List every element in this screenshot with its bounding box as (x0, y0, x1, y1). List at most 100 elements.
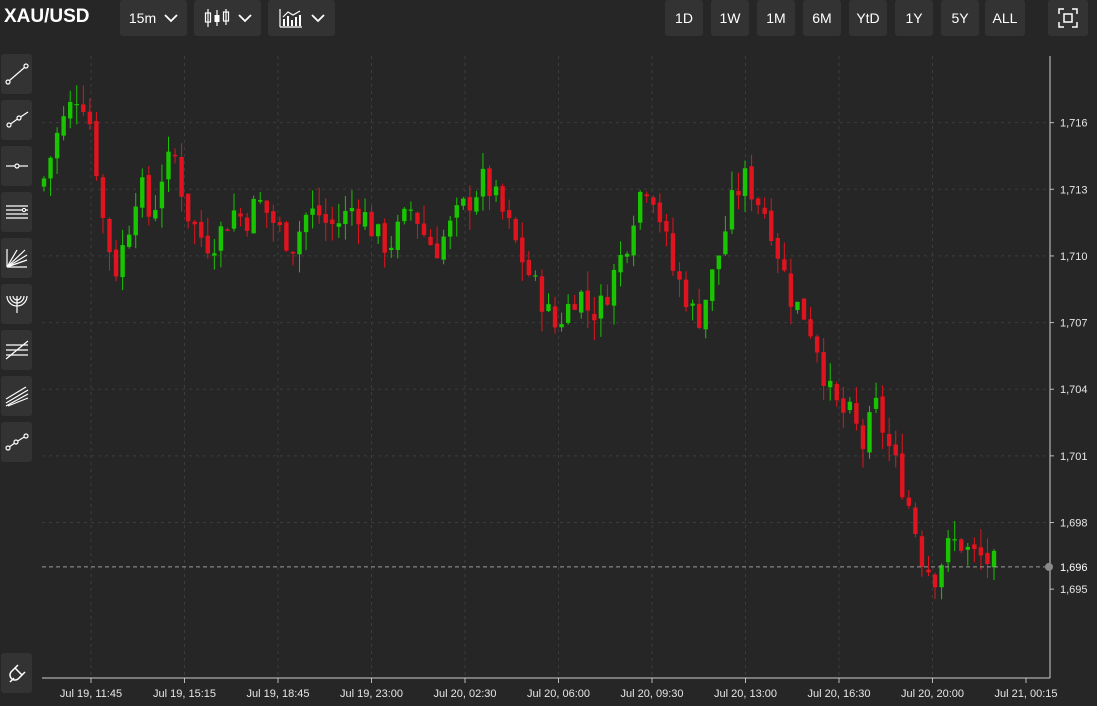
fib-retracement-icon (5, 340, 28, 360)
candle-body (395, 221, 400, 250)
candle-body (886, 434, 892, 447)
x-tick-label: Jul 19, 11:45 (60, 688, 122, 700)
candle-body (565, 303, 571, 323)
candle-body (801, 298, 807, 320)
candle-body (179, 157, 184, 197)
candle-body (225, 229, 230, 231)
candle-body (605, 296, 610, 305)
x-tick-label: Jul 19, 15:15 (153, 688, 216, 700)
trend-line-tool[interactable] (1, 54, 32, 94)
candle-body (644, 194, 649, 197)
pitchfork-tool[interactable] (1, 376, 32, 416)
candle-body (631, 225, 636, 256)
fib-fan-tool[interactable] (1, 238, 32, 278)
range-1d-button[interactable]: 1D (665, 0, 703, 36)
candle-body (952, 539, 957, 541)
candle-body (945, 538, 951, 563)
price-chart[interactable]: 1,716 1,713 1,710 1,707 1,704 1,701 1,698 1,695… (40, 44, 1097, 701)
fullscreen-icon (1058, 8, 1078, 28)
candle-body (94, 120, 99, 177)
candle-body (382, 223, 387, 253)
candle-body (159, 181, 165, 209)
y-tick-label: 1,695 (1060, 584, 1088, 596)
chevron-down-icon (237, 14, 252, 23)
candle-body (762, 207, 767, 214)
fullscreen-button[interactable] (1048, 0, 1088, 36)
candle-body (461, 198, 466, 206)
candle-body (572, 304, 577, 310)
x-tick-label: Jul 20, 02:30 (434, 688, 497, 700)
candle-body (900, 453, 905, 498)
candlestick-chart[interactable]: 1,716 1,713 1,710 1,707 1,704 1,701 1,698 1,695… (40, 44, 1097, 701)
y-tick-label: 1,707 (1060, 318, 1088, 330)
chart-type-dropdown[interactable] (194, 0, 261, 36)
candle-body (68, 101, 73, 119)
candle-body (520, 237, 525, 263)
candle-body (677, 271, 682, 280)
candle-body (919, 536, 925, 568)
candle-body (624, 253, 630, 257)
magnet-tool[interactable] (1, 653, 32, 693)
candle-body (192, 221, 197, 225)
candle-body (742, 168, 748, 196)
candle-body (841, 398, 846, 413)
chevron-down-icon (164, 14, 178, 23)
candle-body (434, 243, 440, 259)
candle-body (670, 233, 676, 271)
candle-body (959, 539, 964, 551)
candle-body (212, 253, 217, 256)
candle-body (369, 211, 374, 237)
range-6m-button[interactable]: 6M (803, 0, 841, 36)
range-5y-button[interactable]: 5Y (941, 0, 979, 36)
candle-body (795, 301, 800, 311)
candle-body (906, 497, 912, 506)
candle-body (808, 319, 813, 337)
ray-tool[interactable] (1, 100, 32, 140)
candle-body (487, 168, 492, 197)
candle-body (297, 231, 302, 255)
candle-body (657, 202, 663, 223)
range-1m-button[interactable]: 1M (757, 0, 795, 36)
indicators-dropdown[interactable] (268, 0, 335, 36)
range-1w-button[interactable]: 1W (711, 0, 749, 36)
candle-body (723, 231, 728, 255)
candle-body (474, 197, 479, 212)
candle-body (926, 569, 931, 573)
candle-body (546, 304, 551, 312)
candle-body (153, 210, 158, 219)
candle-body (126, 234, 132, 247)
candle-body (972, 544, 977, 549)
candle-body (769, 210, 774, 241)
candle-body (428, 236, 433, 246)
candle-body (133, 206, 138, 236)
range-ytd-button[interactable]: YtD (849, 0, 887, 36)
y-tick-label: 1,716 (1060, 118, 1088, 130)
range-all-button[interactable]: ALL (985, 0, 1025, 36)
candle-body (441, 236, 446, 260)
fib-arc-tool[interactable] (1, 284, 32, 324)
candle-body (552, 306, 558, 328)
drawing-toolbar (0, 44, 40, 701)
candle-body (421, 223, 427, 235)
horizontal-line-icon (5, 163, 28, 169)
fib-retracement-tool[interactable] (1, 330, 32, 370)
candle-body (893, 444, 898, 456)
candle-body (690, 303, 695, 306)
ray-icon (5, 111, 28, 128)
x-tick-label: Jul 19, 23:00 (340, 688, 403, 700)
parallel-channel-tool[interactable] (1, 192, 32, 232)
range-1y-button[interactable]: 1Y (895, 0, 933, 36)
candle-body (749, 166, 754, 200)
x-tick-label: Jul 20, 06:00 (527, 688, 590, 700)
candle-body (146, 175, 152, 217)
interval-dropdown[interactable]: 15m (120, 0, 187, 36)
x-tick-label: Jul 20, 13:00 (714, 688, 777, 700)
horizontal-line-tool[interactable] (1, 146, 32, 186)
candle-body (506, 210, 512, 219)
x-tick-label: Jul 19, 18:45 (247, 688, 310, 700)
candle-body (415, 212, 420, 224)
candle-body (814, 336, 820, 353)
path-tool[interactable] (1, 422, 32, 462)
candle-body (559, 324, 564, 328)
candle-body (729, 190, 735, 230)
